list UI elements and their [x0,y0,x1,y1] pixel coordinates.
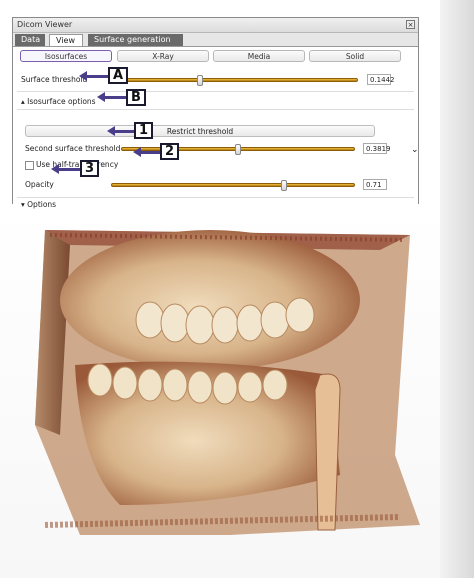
second-surface-threshold-label: Second surface threshold [25,144,121,153]
surface-threshold-label: Surface threshold [21,75,88,84]
window-title: Dicom Viewer [17,20,73,29]
opacity-label: Opacity [25,180,54,189]
callout-2-arrow [133,147,160,157]
callout-a-arrow [79,71,108,81]
opacity-slider[interactable] [111,180,355,191]
mode-isosurfaces-button[interactable]: Isosurfaces [20,50,112,62]
dicom-viewer-window: Dicom Viewer × Data View Surface generat… [12,17,419,209]
callout-b: B [126,89,146,106]
surface-threshold-handle[interactable] [197,75,204,86]
jaw-render [35,230,420,535]
collapse-triangle-icon: ▴ [21,97,25,106]
expand-triangle-icon: ▾ [21,200,25,209]
callout-3: 3 [80,160,100,177]
half-transparency-checkbox[interactable] [25,161,34,170]
second-surface-threshold-field[interactable]: 0.3819 [363,143,391,154]
view-panel: Isosurfaces X-Ray Media Solid Surface th… [13,47,419,209]
surface-threshold-slider[interactable] [111,75,358,86]
options-label: Options [27,200,57,209]
second-surface-threshold-handle[interactable] [235,144,241,155]
divider [17,197,414,198]
callout-b-arrow [97,92,126,102]
isosurface-options-label: Isosurface options [27,97,96,106]
tab-data[interactable]: Data [15,34,45,46]
divider [17,91,414,92]
tab-bar: Data View Surface generation [13,33,418,47]
opacity-handle[interactable] [280,180,287,191]
callout-1-arrow [107,126,134,136]
tab-surface-generation[interactable]: Surface generation [88,34,183,46]
mode-xray-button[interactable]: X-Ray [117,50,209,62]
background-strip [440,0,474,578]
options-expander[interactable]: ▾ Options [21,200,56,209]
opacity-field[interactable]: 0.71 [363,179,387,190]
tab-view[interactable]: View [49,34,83,46]
isosurface-options-expander[interactable]: ▴ Isosurface options [21,97,96,106]
callout-3-arrow [51,164,80,174]
divider [17,109,414,110]
callout-2: 2 [160,143,180,160]
window-titlebar[interactable]: Dicom Viewer × [13,18,418,33]
mode-media-button[interactable]: Media [213,50,305,62]
callout-1: 1 [134,122,154,139]
close-icon[interactable]: × [406,20,415,29]
callout-a: A [108,67,129,84]
chevron-down-icon[interactable]: ⌄ [411,145,419,155]
render-viewport[interactable] [0,205,440,578]
mode-solid-button[interactable]: Solid [309,50,401,62]
restrict-threshold-button[interactable]: Restrict threshold [25,125,375,137]
surface-threshold-field[interactable]: 0.1442 [367,74,395,85]
